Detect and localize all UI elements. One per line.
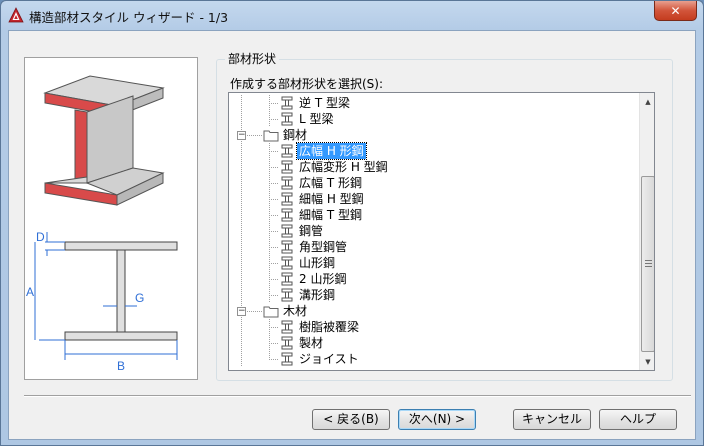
cancel-button[interactable]: キャンセル <box>513 409 591 430</box>
h-beam-3d-drawing <box>43 75 165 206</box>
member-icon <box>281 208 293 222</box>
member-icon <box>281 112 293 126</box>
dimension-label-g: G <box>135 291 144 305</box>
tree-item[interactable]: 鋼管 <box>229 223 637 239</box>
arrow-up-icon: ▲ <box>645 97 651 106</box>
back-button[interactable]: < 戻る(B) <box>312 409 390 430</box>
member-icon <box>281 272 293 286</box>
tree-item-label: 木材 <box>283 304 308 318</box>
shape-tree[interactable]: 逆 T 型梁 L 型梁 − 鋼材 広幅 H 形鋼 広幅変形 H 型鋼 広幅 T 形鋼 細幅 H… <box>228 92 655 371</box>
folder-icon <box>263 130 279 142</box>
tree-label: 作成する部材形状を選択(S): <box>230 77 384 91</box>
member-icon <box>281 224 293 238</box>
autocad-app-icon <box>8 7 24 23</box>
dimension-label-b: B <box>117 359 125 373</box>
close-icon: ✕ <box>670 3 681 18</box>
tree-expander-collapse-icon[interactable]: − <box>237 131 246 140</box>
member-icon <box>281 144 293 158</box>
tree-item-label: 2 山形鋼 <box>299 272 347 286</box>
folder-icon <box>263 306 279 318</box>
tree-item-label: 溝形鋼 <box>299 288 336 302</box>
member-icon <box>281 96 293 110</box>
window-title: 構造部材スタイル ウィザード - 1/3 <box>29 10 229 25</box>
tree-item-label: 広幅変形 H 型鋼 <box>299 160 388 174</box>
tree-item[interactable]: L 型梁 <box>229 111 637 127</box>
tree-item-label: ジョイスト <box>299 352 359 366</box>
tree-item[interactable]: 山形鋼 <box>229 255 637 271</box>
tree-item-label: 角型鋼管 <box>299 240 348 254</box>
tree-item[interactable]: 角型鋼管 <box>229 239 637 255</box>
member-icon <box>281 256 293 270</box>
tree-item-label: 製材 <box>299 336 324 350</box>
tree-item-label: L 型梁 <box>299 112 334 126</box>
scroll-thumb[interactable] <box>641 176 654 352</box>
dialog-client-area: D A G B 部材形状 作成する部材形状を選択(S): 逆 T 型梁 L 型梁 −… <box>8 30 696 440</box>
tree-item-label: 鋼材 <box>283 128 308 142</box>
tree-item[interactable]: − 鋼材 <box>229 127 637 143</box>
tree-item[interactable]: 広幅 H 形鋼 <box>229 142 637 160</box>
tree-item[interactable]: 広幅変形 H 型鋼 <box>229 159 637 175</box>
tree-item[interactable]: 広幅 T 形鋼 <box>229 175 637 191</box>
tree-item-label: 山形鋼 <box>299 256 336 270</box>
close-button[interactable]: ✕ <box>654 1 697 21</box>
member-icon <box>281 352 293 366</box>
tree-item[interactable]: 製材 <box>229 335 637 351</box>
group-title: 部材形状 <box>225 50 280 67</box>
help-button[interactable]: ヘルプ <box>599 409 677 430</box>
member-icon <box>281 192 293 206</box>
tree-item[interactable]: 細幅 H 型鋼 <box>229 191 637 207</box>
dimension-label-d: D <box>36 230 45 244</box>
dimension-label-a: A <box>26 285 34 299</box>
shape-preview-panel: D A G B <box>24 57 198 380</box>
tree-item[interactable]: − 木材 <box>229 303 637 319</box>
member-icon <box>281 176 293 190</box>
title-bar[interactable]: 構造部材スタイル ウィザード - 1/3 ✕ <box>1 1 703 29</box>
tree-item[interactable]: ジョイスト <box>229 351 637 367</box>
tree-item-label: 鋼管 <box>299 224 324 238</box>
h-beam-preview-illustration: D A G B <box>26 75 178 373</box>
tree-item-label: 広幅 H 形鋼 <box>296 142 367 160</box>
tree-expander-collapse-icon[interactable]: − <box>237 307 246 316</box>
tree-item-label: 細幅 T 型鋼 <box>299 208 362 222</box>
member-icon <box>281 336 293 350</box>
h-beam-section-drawing: D A G B <box>26 230 178 373</box>
member-icon <box>281 320 293 334</box>
tree-item[interactable]: 溝形鋼 <box>229 287 637 303</box>
arrow-down-icon: ▼ <box>645 357 651 366</box>
tree-item[interactable]: 逆 T 型梁 <box>229 95 637 111</box>
tree-item[interactable]: 細幅 T 型鋼 <box>229 207 637 223</box>
next-button[interactable]: 次へ(N) > <box>398 409 476 430</box>
scroll-down-button[interactable]: ▼ <box>640 353 654 370</box>
tree-item-label: 逆 T 型梁 <box>299 96 350 110</box>
tree-item[interactable]: 樹脂被覆梁 <box>229 319 637 335</box>
tree-item-label: 細幅 H 型鋼 <box>299 192 364 206</box>
scroll-up-button[interactable]: ▲ <box>640 93 654 110</box>
button-separator <box>24 395 691 397</box>
member-icon <box>281 160 293 174</box>
tree-item[interactable]: 2 山形鋼 <box>229 271 637 287</box>
tree-item-label: 広幅 T 形鋼 <box>299 176 362 190</box>
wizard-window: 構造部材スタイル ウィザード - 1/3 ✕ D A G B 部材形状 作成する… <box>0 0 704 446</box>
member-icon <box>281 288 293 302</box>
tree-scrollbar[interactable]: ▲ ▼ <box>639 93 654 370</box>
tree-item-label: 樹脂被覆梁 <box>299 320 360 334</box>
member-icon <box>281 240 293 254</box>
